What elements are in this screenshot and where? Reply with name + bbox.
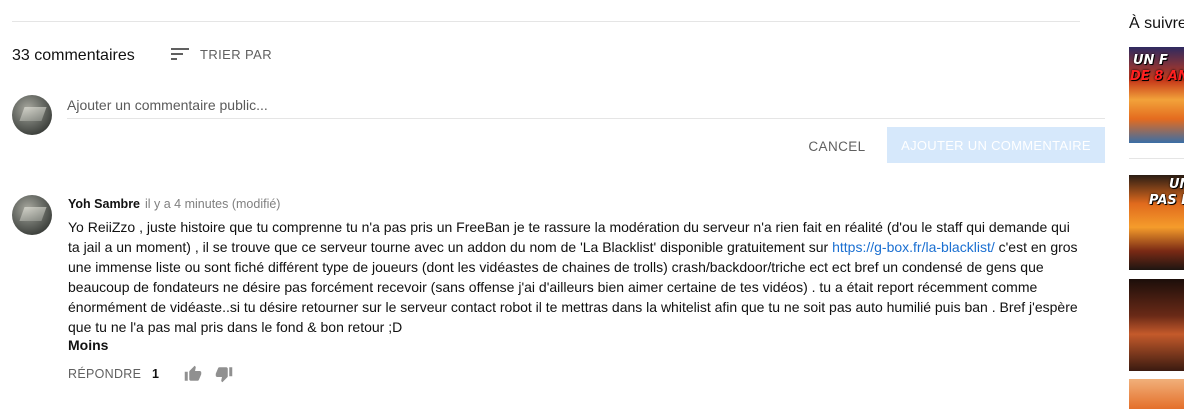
like-count: 1 <box>152 367 159 381</box>
thumbs-up-icon[interactable] <box>184 365 202 383</box>
thumbnail-caption-2b: PAS R <box>1149 193 1184 208</box>
video-thumbnail-3[interactable] <box>1129 279 1184 371</box>
comment-text: Yo ReiiZzo , juste histoire que tu compr… <box>68 217 1078 337</box>
comment-author-avatar[interactable] <box>12 195 52 235</box>
sort-label: TRIER PAR <box>200 46 272 62</box>
sort-icon <box>171 48 189 60</box>
comment-input[interactable] <box>67 92 1105 119</box>
video-thumbnail-4[interactable] <box>1129 379 1184 409</box>
comment-count: 33 commentaires <box>12 47 135 64</box>
cancel-button[interactable]: CANCEL <box>792 128 882 164</box>
thumbnail-caption-1a: UN F <box>1133 53 1168 68</box>
thumbnail-caption-2a: UN <box>1169 177 1184 192</box>
current-user-avatar <box>12 95 52 135</box>
reply-button[interactable]: RÉPONDRE <box>68 367 141 381</box>
comment-link[interactable]: https://g-box.fr/la-blacklist/ <box>832 239 995 255</box>
comment-author[interactable]: Yoh Sambre <box>68 197 140 211</box>
video-thumbnail-2[interactable]: UN PAS R <box>1129 175 1184 270</box>
thumbnail-caption-1b: DE 8 ANS <box>1130 69 1184 84</box>
show-less-toggle[interactable]: Moins <box>68 337 108 353</box>
comment-timestamp[interactable]: il y a 4 minutes (modifié) <box>145 197 280 211</box>
sort-button[interactable]: TRIER PAR <box>170 46 272 62</box>
sidebar-divider <box>1129 158 1184 159</box>
top-divider <box>12 21 1080 22</box>
add-comment-button[interactable]: AJOUTER UN COMMENTAIRE <box>887 127 1105 163</box>
thumbs-down-icon[interactable] <box>215 365 233 383</box>
video-thumbnail-1[interactable]: UN F DE 8 ANS <box>1129 47 1184 143</box>
up-next-title: À suivre <box>1129 15 1184 32</box>
